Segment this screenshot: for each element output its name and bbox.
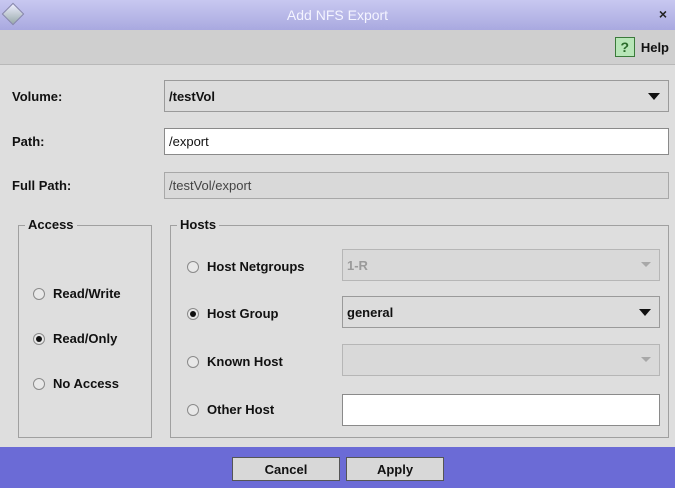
volume-value: /testVol xyxy=(169,88,215,104)
radio-dot xyxy=(33,377,45,390)
hosts-group: Hosts Host Netgroups 1-R Host Group gene… xyxy=(170,217,669,438)
access-group-title: Access xyxy=(25,217,77,232)
radio-host-netgroups[interactable]: Host Netgroups xyxy=(187,259,305,274)
title-bar: Add NFS Export × xyxy=(0,0,675,30)
full-path-field: /testVol/export xyxy=(164,172,669,199)
radio-dot xyxy=(187,403,199,416)
help-bar: ? Help xyxy=(0,30,675,65)
radio-dot-selected xyxy=(187,307,199,320)
host-group-value: general xyxy=(347,304,394,320)
radio-dot-selected xyxy=(33,332,45,345)
radio-label: Other Host xyxy=(207,402,275,417)
radio-dot xyxy=(33,287,45,300)
radio-label: No Access xyxy=(53,376,119,391)
radio-label: Host Group xyxy=(207,306,279,321)
full-path-label: Full Path: xyxy=(12,178,72,193)
chevron-down-icon xyxy=(641,357,651,362)
cancel-button[interactable]: Cancel xyxy=(232,457,340,481)
host-netgroups-select[interactable]: 1-R xyxy=(342,249,660,281)
close-icon[interactable]: × xyxy=(659,6,667,22)
other-host-input[interactable] xyxy=(342,394,660,426)
access-group: Access Read/Write Read/Only No Access xyxy=(18,217,152,438)
radio-read-write[interactable]: Read/Write xyxy=(33,286,121,301)
path-value: /export xyxy=(169,134,209,149)
help-icon: ? xyxy=(614,37,635,57)
window-title: Add NFS Export xyxy=(286,7,389,23)
radio-label: Host Netgroups xyxy=(207,259,305,274)
path-label: Path: xyxy=(12,134,45,149)
host-netgroups-value: 1-R xyxy=(347,257,368,273)
chevron-down-icon xyxy=(648,93,660,100)
volume-select[interactable]: /testVol xyxy=(164,80,669,112)
radio-read-only[interactable]: Read/Only xyxy=(33,331,117,346)
radio-known-host[interactable]: Known Host xyxy=(187,354,283,369)
help-label: Help xyxy=(640,39,669,55)
path-input[interactable]: /export xyxy=(164,128,669,155)
radio-dot xyxy=(187,355,199,368)
hosts-group-title: Hosts xyxy=(177,217,220,232)
host-group-select[interactable]: general xyxy=(342,296,660,328)
known-host-select[interactable] xyxy=(342,344,660,376)
chevron-down-icon xyxy=(639,309,651,316)
apply-button[interactable]: Apply xyxy=(346,457,444,481)
volume-label: Volume: xyxy=(12,89,63,104)
radio-label: Read/Write xyxy=(53,286,121,301)
chevron-down-icon xyxy=(641,262,651,267)
button-bar: Cancel Apply xyxy=(0,447,675,488)
radio-dot xyxy=(187,260,199,273)
radio-host-group[interactable]: Host Group xyxy=(187,306,279,321)
help-button[interactable]: ? Help xyxy=(614,36,669,58)
radio-no-access[interactable]: No Access xyxy=(33,376,119,391)
full-path-value: /testVol/export xyxy=(169,178,252,193)
form-panel: Volume: /testVol Path: /export Full Path… xyxy=(0,65,675,447)
radio-other-host[interactable]: Other Host xyxy=(187,402,274,417)
radio-label: Read/Only xyxy=(53,331,118,346)
radio-label: Known Host xyxy=(207,354,283,369)
